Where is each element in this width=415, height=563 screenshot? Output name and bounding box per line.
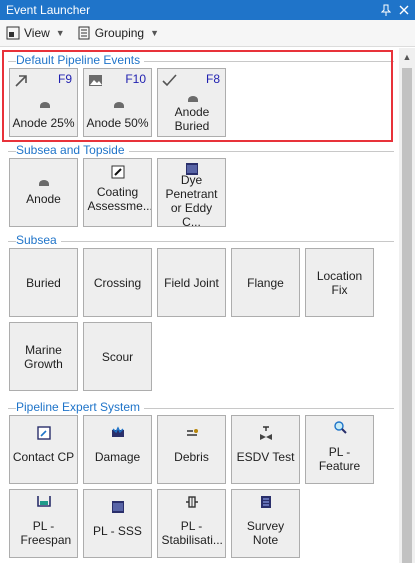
hotkey-label: F9 bbox=[57, 72, 72, 86]
group-default-pipeline-events: Default Pipeline Events F9 Anode 25% F10… bbox=[8, 53, 394, 137]
arrow-up-right-icon bbox=[15, 75, 27, 87]
tile-label: Damage bbox=[94, 449, 141, 464]
group-divider bbox=[8, 241, 394, 242]
tile-label: Debris bbox=[174, 449, 209, 464]
flange-button[interactable]: Flange bbox=[231, 248, 300, 317]
tile-label: Survey Note bbox=[246, 518, 285, 547]
grouping-icon bbox=[78, 26, 90, 40]
valve-icon bbox=[260, 426, 272, 440]
scrollbar-thumb[interactable] bbox=[402, 68, 412, 563]
view-menu-button[interactable]: View ▼ bbox=[6, 26, 65, 40]
tile-label: Marine Growth bbox=[24, 342, 63, 371]
tile-label: Contact CP bbox=[12, 449, 75, 464]
anode-icon bbox=[188, 96, 198, 102]
group-subsea-and-topside: Subsea and Topside Anode Coating Assessm… bbox=[8, 143, 394, 227]
anode-50-button[interactable]: F10 Anode 50% bbox=[83, 68, 152, 137]
esdv-test-button[interactable]: ESDV Test bbox=[231, 415, 300, 484]
damage-button[interactable]: Damage bbox=[83, 415, 152, 484]
tile-label: Location Fix bbox=[316, 268, 363, 297]
chevron-down-icon: ▼ bbox=[150, 28, 160, 38]
anode-buried-button[interactable]: F8 Anode Buried bbox=[157, 68, 226, 137]
scour-button[interactable]: Scour bbox=[83, 322, 152, 391]
magnifier-icon bbox=[334, 421, 347, 434]
hotkey-label: F10 bbox=[125, 72, 146, 86]
anode-button[interactable]: Anode bbox=[9, 158, 78, 227]
dye-penetrant-button[interactable]: Dye Penetrant or Eddy C... bbox=[157, 158, 226, 227]
window-title: Event Launcher bbox=[6, 3, 91, 17]
wave-scan-icon bbox=[186, 163, 198, 175]
crossing-button[interactable]: Crossing bbox=[83, 248, 152, 317]
damage-icon bbox=[112, 426, 124, 437]
marine-growth-button[interactable]: Marine Growth bbox=[9, 322, 78, 391]
tile-label: Scour bbox=[101, 349, 134, 364]
survey-note-button[interactable]: Survey Note bbox=[231, 489, 300, 558]
debris-icon bbox=[187, 429, 198, 436]
anode-25-button[interactable]: F9 Anode 25% bbox=[9, 68, 78, 137]
anode-icon bbox=[114, 102, 124, 108]
pl-freespan-button[interactable]: PL - Freespan bbox=[9, 489, 78, 558]
freespan-icon bbox=[37, 496, 51, 507]
group-title: Default Pipeline Events bbox=[16, 53, 145, 67]
close-icon[interactable] bbox=[397, 2, 411, 18]
tile-label: Anode bbox=[26, 191, 61, 206]
field-joint-button[interactable]: Field Joint bbox=[157, 248, 226, 317]
view-label: View bbox=[24, 26, 50, 40]
grouping-label: Grouping bbox=[94, 26, 145, 40]
tile-label: Crossing bbox=[93, 275, 142, 290]
anode-icon bbox=[39, 180, 49, 186]
group-title: Pipeline Expert System bbox=[16, 400, 145, 414]
coating-assessment-button[interactable]: Coating Assessme... bbox=[83, 158, 152, 227]
group-title: Subsea bbox=[16, 233, 61, 247]
tile-label: Buried bbox=[26, 275, 61, 290]
event-panel: Default Pipeline Events F9 Anode 25% F10… bbox=[0, 48, 399, 563]
toolbar: View ▼ Grouping ▼ bbox=[0, 20, 415, 47]
pin-icon[interactable] bbox=[379, 2, 393, 18]
anode-icon bbox=[40, 102, 50, 108]
group-title: Subsea and Topside bbox=[16, 143, 129, 157]
grouping-menu-button[interactable]: Grouping ▼ bbox=[77, 26, 159, 40]
tile-label: PL - Stabilisati... bbox=[161, 518, 223, 547]
pl-feature-button[interactable]: PL - Feature bbox=[305, 415, 374, 484]
tile-label: Dye Penetrant or Eddy C... bbox=[165, 172, 218, 227]
stabilisation-icon bbox=[186, 496, 198, 508]
vertical-scrollbar[interactable]: ▲ bbox=[399, 48, 415, 563]
buried-button[interactable]: Buried bbox=[9, 248, 78, 317]
debris-button[interactable]: Debris bbox=[157, 415, 226, 484]
tile-label: Coating Assessme... bbox=[87, 184, 152, 213]
view-icon bbox=[6, 26, 20, 40]
tile-label: ESDV Test bbox=[236, 449, 295, 464]
survey-note-icon bbox=[261, 496, 271, 508]
tile-label: Anode 50% bbox=[86, 116, 149, 130]
note-edit-icon bbox=[111, 165, 125, 179]
tile-label: Anode 25% bbox=[12, 116, 75, 130]
scroll-up-icon[interactable]: ▲ bbox=[399, 48, 415, 66]
group-subsea: Subsea Buried Crossing Field Joint Flang… bbox=[8, 233, 394, 391]
tile-label: Field Joint bbox=[164, 275, 219, 290]
tile-label: PL - Freespan bbox=[20, 518, 72, 547]
sonar-icon bbox=[112, 501, 124, 513]
tile-label: Anode Buried bbox=[174, 105, 210, 133]
pl-stabilisation-button[interactable]: PL - Stabilisati... bbox=[157, 489, 226, 558]
group-pipeline-expert-system: Pipeline Expert System Contact CP Damage… bbox=[8, 400, 394, 558]
contact-cp-icon bbox=[37, 426, 51, 440]
tile-label: Flange bbox=[247, 275, 284, 290]
title-bar: Event Launcher bbox=[0, 0, 415, 20]
tile-label: PL - Feature bbox=[318, 444, 361, 473]
checkmark-icon bbox=[162, 74, 177, 87]
tile-label: PL - SSS bbox=[93, 523, 142, 538]
image-icon bbox=[89, 75, 102, 86]
location-fix-button[interactable]: Location Fix bbox=[305, 248, 374, 317]
hotkey-label: F8 bbox=[205, 72, 220, 86]
contact-cp-button[interactable]: Contact CP bbox=[9, 415, 78, 484]
pl-sss-button[interactable]: PL - SSS bbox=[83, 489, 152, 558]
chevron-down-icon: ▼ bbox=[55, 28, 65, 38]
